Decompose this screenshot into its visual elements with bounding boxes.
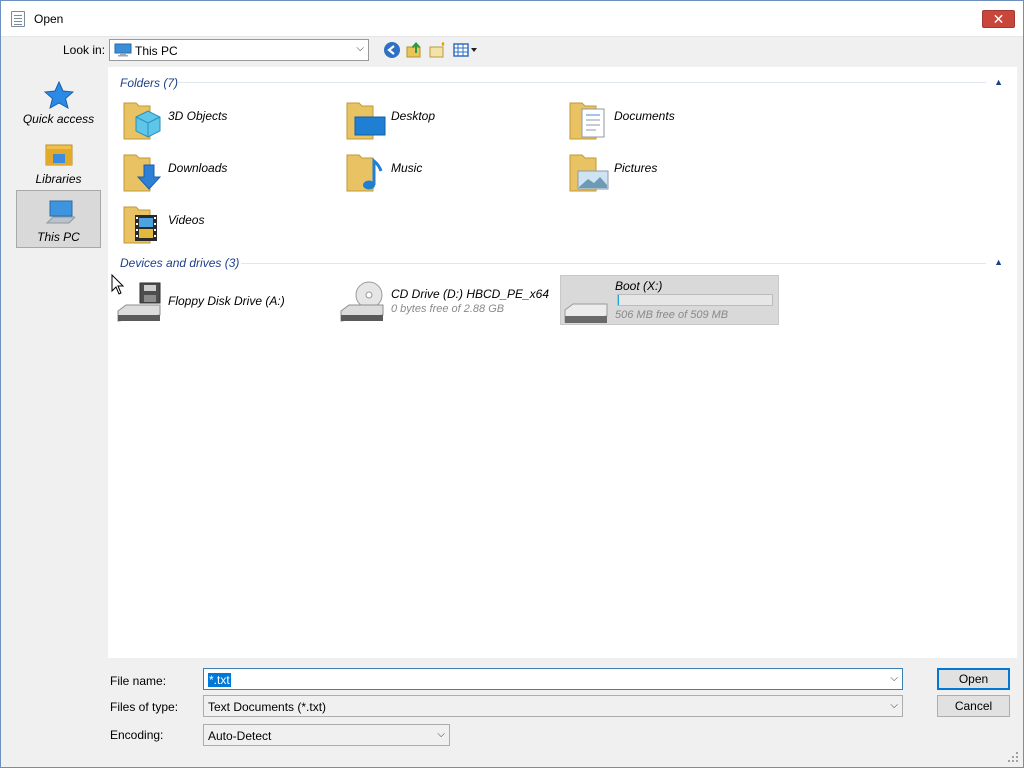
group-divider: [241, 263, 986, 264]
window-title: Open: [34, 12, 64, 26]
folder-name: Documents: [614, 109, 675, 123]
back-icon[interactable]: [383, 41, 401, 59]
file-list-view[interactable]: Folders (7) ▲ 3D Objects Desktop Documen…: [108, 67, 1017, 658]
chevron-down-icon: ⌵: [356, 43, 364, 54]
star-icon: [44, 81, 74, 109]
downloads-folder-icon: [123, 154, 162, 192]
computer-icon: [45, 200, 75, 224]
folder-item-music[interactable]: Music: [345, 149, 545, 193]
close-icon: ✕: [992, 11, 1005, 27]
collapse-folders-icon[interactable]: ▲: [994, 77, 1003, 87]
look-in-label: Look in:: [63, 43, 106, 57]
computer-icon: [114, 43, 132, 57]
music-folder-icon: [346, 154, 383, 192]
folder-item-desktop[interactable]: Desktop: [345, 97, 545, 141]
folder-item-downloads[interactable]: Downloads: [122, 149, 322, 193]
view-menu-icon[interactable]: [453, 41, 479, 59]
files-of-type-value: Text Documents (*.txt): [208, 700, 327, 714]
resize-grip-icon[interactable]: [1007, 751, 1019, 763]
3d-objects-folder-icon: [123, 102, 161, 140]
sidebar-item-label: This PC: [37, 230, 80, 244]
close-button[interactable]: ✕: [982, 10, 1015, 28]
file-name-label: File name:: [110, 674, 167, 688]
encoding-value: Auto-Detect: [208, 729, 272, 743]
drive-free-space: 506 MB free of 509 MB: [615, 309, 729, 321]
folder-name: Desktop: [391, 109, 436, 123]
drive-item-boot[interactable]: Boot (X:) 506 MB free of 509 MB: [560, 275, 779, 325]
file-name-input[interactable]: *.txt ⌵: [203, 668, 903, 690]
drive-name: CD Drive (D:) HBCD_PE_x64: [391, 287, 550, 301]
chevron-down-icon[interactable]: ⌵: [890, 673, 898, 684]
drive-usage-bar: [617, 294, 773, 306]
cd-drive-icon: [340, 281, 384, 322]
notepad-icon: [11, 11, 25, 27]
folder-item-3d-objects[interactable]: 3D Objects: [122, 97, 322, 141]
folder-name: 3D Objects: [168, 109, 228, 123]
group-divider: [178, 82, 986, 83]
folder-name: Music: [391, 161, 423, 175]
folders-group-header[interactable]: Folders (7): [120, 76, 178, 90]
hard-drive-icon: [564, 303, 608, 323]
files-of-type-select[interactable]: Text Documents (*.txt) ⌵: [203, 695, 903, 717]
drive-usage-fill: [618, 295, 619, 305]
sidebar-item-label: Libraries: [35, 172, 82, 186]
desktop-folder-icon: [346, 102, 386, 140]
encoding-label: Encoding:: [110, 728, 164, 742]
mouse-pointer-icon: [111, 274, 125, 295]
libraries-icon: [45, 144, 73, 166]
files-of-type-label: Files of type:: [110, 700, 179, 714]
file-name-value: *.txt: [208, 673, 231, 687]
folder-name: Downloads: [168, 161, 228, 175]
folder-name: Videos: [168, 213, 205, 227]
title-bar: Open ✕: [1, 1, 1023, 37]
collapse-devices-icon[interactable]: ▲: [994, 257, 1003, 267]
drive-name: Floppy Disk Drive (A:): [168, 294, 285, 308]
pictures-folder-icon: [569, 154, 609, 192]
videos-folder-icon: [123, 206, 157, 244]
open-button[interactable]: Open: [937, 668, 1010, 690]
open-dialog: Open ✕ Look in: This PC ⌵ Quick access L…: [0, 0, 1024, 768]
drive-item-cd[interactable]: CD Drive (D:) HBCD_PE_x64 0 bytes free o…: [339, 277, 559, 325]
look-in-combo[interactable]: This PC ⌵: [109, 39, 369, 61]
drive-item-floppy[interactable]: Floppy Disk Drive (A:): [116, 277, 326, 325]
sidebar-item-this-pc[interactable]: This PC: [16, 190, 101, 248]
sidebar-item-label: Quick access: [22, 112, 95, 126]
folder-name: Pictures: [614, 161, 658, 175]
up-folder-icon[interactable]: [406, 41, 424, 59]
folder-item-pictures[interactable]: Pictures: [568, 149, 768, 193]
drive-name: Boot (X:): [615, 279, 663, 293]
documents-folder-icon: [569, 102, 605, 140]
folder-item-videos[interactable]: Videos: [122, 201, 322, 245]
look-in-value: This PC: [135, 44, 178, 58]
drive-free-space: 0 bytes free of 2.88 GB: [391, 303, 505, 315]
devices-group-header[interactable]: Devices and drives (3): [120, 256, 239, 270]
chevron-down-icon: ⌵: [437, 729, 445, 740]
chevron-down-icon: ⌵: [890, 700, 898, 711]
places-bar: Quick access Libraries This PC: [9, 67, 105, 657]
encoding-select[interactable]: Auto-Detect ⌵: [203, 724, 450, 746]
folder-item-documents[interactable]: Documents: [568, 97, 768, 141]
cancel-button[interactable]: Cancel: [937, 695, 1010, 717]
sidebar-item-libraries[interactable]: Libraries: [16, 133, 101, 191]
sidebar-item-quick-access[interactable]: Quick access: [16, 73, 101, 131]
new-folder-icon[interactable]: [429, 41, 447, 59]
